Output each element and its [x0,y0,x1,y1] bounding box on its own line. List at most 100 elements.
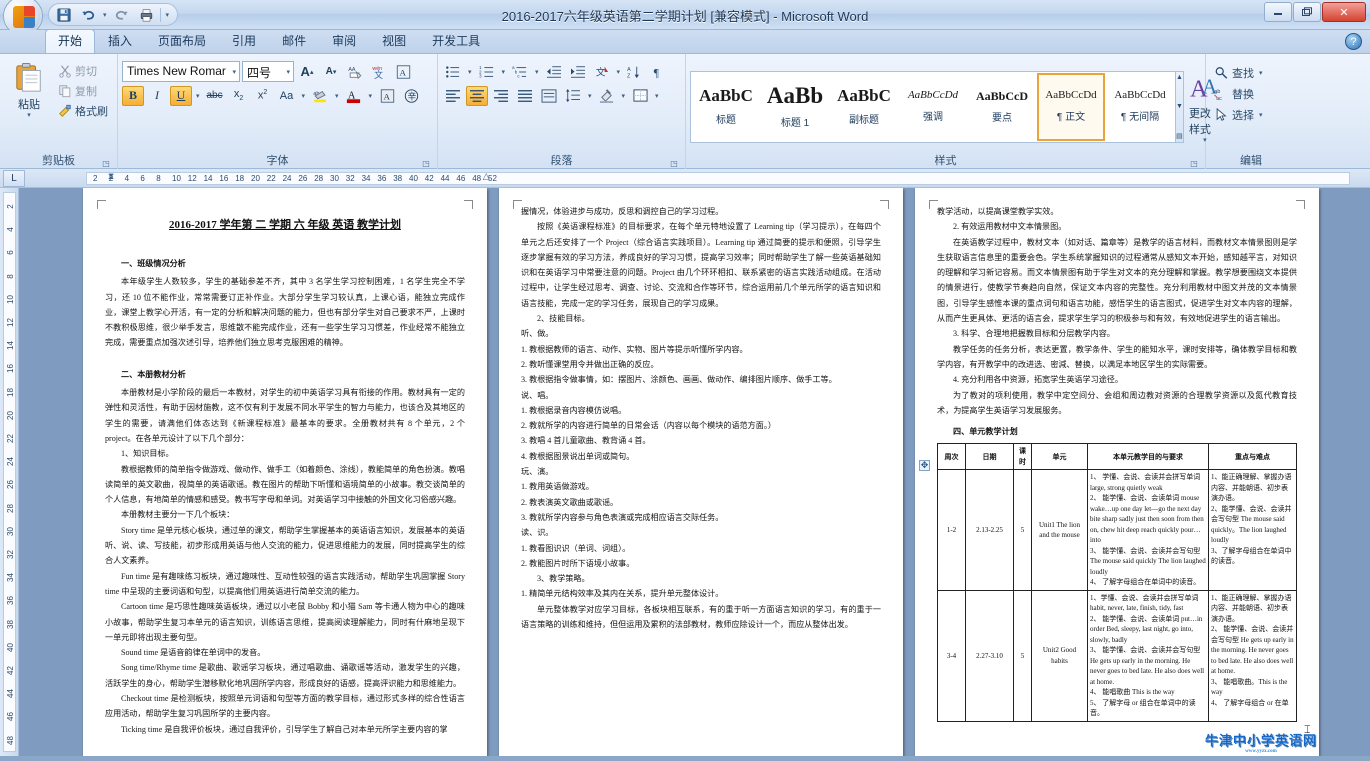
tab-home[interactable]: 开始 [45,29,96,53]
select-dropdown-icon[interactable]: ▾ [1257,111,1265,119]
asian-layout-dropdown-icon[interactable]: ▾ [615,68,623,76]
style-item-normal[interactable]: AaBbCcDd ¶ 正文 [1037,72,1105,141]
highlight-dropdown-icon[interactable]: ▾ [333,92,341,100]
font-size-combo[interactable]: 四号 ▾ [242,61,294,82]
change-case-dropdown-icon[interactable]: ▾ [300,92,308,100]
clear-formatting-icon[interactable]: A [392,62,414,82]
gallery-more-icon[interactable]: ▤ [1176,132,1183,140]
bullets-dropdown-icon[interactable]: ▾ [466,68,474,76]
multilevel-list-icon[interactable]: a b c [509,62,531,82]
gallery-scroll-up-icon[interactable]: ▲ [1176,74,1183,81]
borders-dropdown-icon[interactable]: ▾ [653,92,661,100]
cell-unit[interactable]: Unit2 Good habits [1031,589,1088,722]
find-dropdown-icon[interactable]: ▾ [1257,69,1265,77]
font-dialog-launcher[interactable]: ◳ [421,158,431,168]
ruler-track[interactable]: 2 2 4 6 8 10 12 14 16 18 20 22 24 26 28 30 32 34 36 38 40 42 4… [81,169,1370,188]
cell-objectives[interactable]: 1、 学懂、会说、会读并会拼写单词 large, strong quietly … [1087,469,1209,591]
horizontal-ruler[interactable]: L 2 2 4 6 8 10 12 14 16 18 20 22 24 26 28 30 32 34 36 38 40 4… [0,169,1370,188]
replace-button[interactable]: ab ac 替换 [1210,84,1258,103]
unit-plan-table[interactable]: 周次 日期 课时 单元 本单元教学目的与要求 重点与难点 1-2 2.13-2.2… [937,443,1297,722]
change-case-icon[interactable]: Aa [276,86,298,106]
text-highlight-icon[interactable]: ab [309,86,331,106]
paragraph-dialog-launcher[interactable]: ◳ [669,158,679,168]
font-size-dropdown-icon[interactable]: ▾ [286,68,290,76]
italic-icon[interactable]: I [146,86,168,106]
line-spacing-icon[interactable] [562,86,584,106]
align-left-icon[interactable] [442,86,464,106]
table-row[interactable]: 1-2 2.13-2.25 5 Unit1 The lion and the mous… [937,469,1297,591]
cell-key-points[interactable]: 1、能正确理解、掌握办语内容、并能朝语、初步表演办语。 2、能学懂、会说、会读并… [1208,469,1297,591]
enclose-characters-icon[interactable]: 辛 [400,86,422,106]
superscript-icon[interactable]: x2 [252,86,274,106]
tab-developer[interactable]: 开发工具 [419,29,493,53]
justify-icon[interactable] [514,86,536,106]
undo-dropdown-icon[interactable]: ▾ [101,11,109,19]
font-name-dropdown-icon[interactable]: ▾ [232,68,236,76]
paragraph-shading-icon[interactable] [596,86,618,106]
styles-dialog-launcher[interactable]: ◳ [1189,158,1199,168]
grow-font-icon[interactable]: A ▴ [296,62,318,82]
style-item-heading1[interactable]: AaBb 标题 1 [761,72,829,141]
help-icon[interactable]: ? [1345,33,1362,50]
font-name-combo[interactable]: Times New Romar ▾ [122,61,240,82]
styles-gallery-scrollbar[interactable]: ▲ ▼ ▤ [1176,70,1184,143]
increase-indent-icon[interactable] [567,62,589,82]
style-item-strong[interactable]: AaBbCcD 要点 [968,72,1036,141]
subscript-icon[interactable]: x2 [228,86,250,106]
bullets-icon[interactable] [442,62,464,82]
cell-periods[interactable]: 5 [1013,589,1032,722]
tab-review[interactable]: 审阅 [319,29,369,53]
clipboard-dialog-launcher[interactable]: ◳ [101,158,111,168]
sort-icon[interactable]: A Z [624,62,646,82]
cell-key-points[interactable]: 1、能正确理解、掌握办语内容、并能朝语、初步表演办语。 2、 能学懂、会说、会读… [1208,589,1297,722]
align-center-icon[interactable] [466,85,488,106]
character-shading-icon[interactable]: A [376,86,398,106]
underline-icon[interactable]: U [170,85,192,106]
cell-periods[interactable]: 5 [1013,469,1032,591]
paste-button[interactable]: 粘贴 ▾ [4,57,54,120]
shrink-font-icon[interactable]: A ▾ [320,62,342,82]
indent-marker-icon[interactable]: ⧗ [107,171,115,186]
table-row[interactable]: 3-4 2.27-3.10 5 Unit2 Good habits 1、学懂、会说、会读… [937,589,1297,722]
phonetic-guide-icon[interactable]: AA [344,62,366,82]
character-border-icon[interactable]: wén 文 [368,62,390,82]
paste-dropdown-icon[interactable]: ▾ [27,112,31,119]
distributed-align-icon[interactable] [538,86,560,106]
right-indent-marker-icon[interactable]: △ [482,171,490,186]
style-item-title[interactable]: AaBbC 标题 [692,72,760,141]
tab-stop-selector[interactable]: L [3,169,25,187]
decrease-indent-icon[interactable] [543,62,565,82]
bold-icon[interactable]: B [122,85,144,106]
select-button[interactable]: 选择 ▾ [1210,105,1269,124]
style-item-subtitle[interactable]: AaBbC 副标题 [830,72,898,141]
strikethrough-icon[interactable]: abc [204,86,226,106]
vertical-ruler[interactable]: 2 4 6 8 10 12 14 16 18 20 22 24 26 28 30 32 34 36 38 40 42 44… [0,188,19,756]
find-button[interactable]: 查找 ▾ [1210,63,1269,82]
cell-date[interactable]: 2.27-3.10 [965,589,1014,722]
restore-button[interactable] [1293,2,1321,22]
asian-layout-icon[interactable]: 文 [591,62,613,82]
table-move-handle[interactable]: ✥ [919,460,930,471]
align-right-icon[interactable] [490,86,512,106]
cell-date[interactable]: 2.13-2.25 [965,469,1014,591]
font-color-icon[interactable]: A [343,86,365,106]
tab-references[interactable]: 引用 [219,29,269,53]
cell-week[interactable]: 3-4 [937,589,966,722]
show-formatting-marks-icon[interactable]: ¶ [648,62,670,82]
undo-icon[interactable] [77,5,98,24]
borders-icon[interactable] [629,86,651,106]
document-page-1[interactable]: 2016-2017 学年第 二 学期 六 年级 英语 教学计划 一、班级情况分析… [83,188,487,756]
cell-week[interactable]: 1-2 [937,469,966,591]
minimize-button[interactable] [1264,2,1292,22]
underline-dropdown-icon[interactable]: ▾ [194,92,202,100]
cell-objectives[interactable]: 1、学懂、会说、会读并会拼写单词 habit, never, late, fin… [1087,589,1209,722]
format-painter-button[interactable]: 格式刷 [54,101,112,120]
multilevel-dropdown-icon[interactable]: ▾ [533,68,541,76]
style-item-no-spacing[interactable]: AaBbCcDd ¶ 无间隔 [1106,72,1174,141]
print-preview-icon[interactable] [136,5,157,24]
redo-icon[interactable] [112,5,133,24]
style-item-emphasis[interactable]: AaBbCcDd 强调 [899,72,967,141]
document-page-2[interactable]: 握情况，体验进步与成功，反思和调控自己的学习过程。 按照《英语课程标准》的目标要… [499,188,903,756]
customize-qat-icon[interactable]: ▾ [164,11,172,19]
tab-view[interactable]: 视图 [369,29,419,53]
